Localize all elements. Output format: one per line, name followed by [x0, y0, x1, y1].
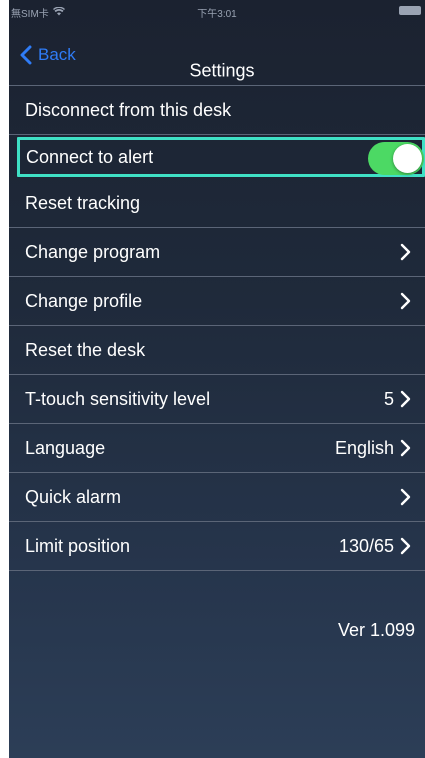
chevron-right-icon — [400, 488, 411, 506]
row-disconnect-desk[interactable]: Disconnect from this desk — [9, 86, 425, 135]
row-label: Reset the desk — [25, 339, 146, 360]
status-time: 下午3:01 — [197, 9, 237, 20]
row-label: Change profile — [25, 290, 143, 311]
row-label: T-touch sensitivity level — [25, 388, 211, 409]
page-title: Settings — [189, 60, 255, 81]
toggle-knob — [393, 144, 422, 173]
row-label: Connect to alert — [26, 146, 154, 167]
settings-screen: 無SIM卡 下午3:01 Back Settings Disconnect fr… — [9, 0, 425, 758]
row-connect-to-alert: Connect to alert — [17, 137, 425, 177]
version-label: Ver 1.099 — [337, 620, 415, 640]
row-accessory: 130/65 — [339, 536, 411, 557]
row-quick-alarm[interactable]: Quick alarm — [9, 473, 425, 522]
limit-position-value: 130/65 — [338, 535, 394, 556]
row-reset-desk[interactable]: Reset the desk — [9, 326, 425, 375]
row-accessory: English — [335, 438, 411, 459]
row-limit-position[interactable]: Limit position 130/65 — [9, 522, 425, 571]
row-label: Language — [25, 437, 106, 458]
chevron-right-icon — [400, 537, 411, 555]
row-accessory — [400, 243, 411, 261]
row-t-touch-sensitivity[interactable]: T-touch sensitivity level 5 — [9, 375, 425, 424]
connect-alert-toggle[interactable] — [368, 142, 424, 175]
battery-icon — [399, 6, 421, 15]
row-change-profile[interactable]: Change profile — [9, 277, 425, 326]
chevron-right-icon — [400, 292, 411, 310]
row-accessory — [400, 292, 411, 310]
navigation-bar: Back Settings — [9, 22, 425, 86]
language-value: English — [334, 437, 394, 458]
row-label: Reset tracking — [25, 192, 141, 213]
row-accessory — [400, 488, 411, 506]
row-label: Disconnect from this desk — [25, 99, 232, 120]
row-language[interactable]: Language English — [9, 424, 425, 473]
row-accessory: 5 — [384, 389, 411, 410]
row-label: Quick alarm — [25, 486, 122, 507]
sensitivity-value: 5 — [383, 388, 394, 409]
row-label: Change program — [25, 241, 161, 262]
row-reset-tracking[interactable]: Reset tracking — [9, 179, 425, 228]
chevron-right-icon — [400, 390, 411, 408]
status-bar: 無SIM卡 下午3:01 — [9, 0, 425, 22]
chevron-right-icon — [400, 439, 411, 457]
row-label: Limit position — [25, 535, 131, 556]
chevron-right-icon — [400, 243, 411, 261]
row-change-program[interactable]: Change program — [9, 228, 425, 277]
